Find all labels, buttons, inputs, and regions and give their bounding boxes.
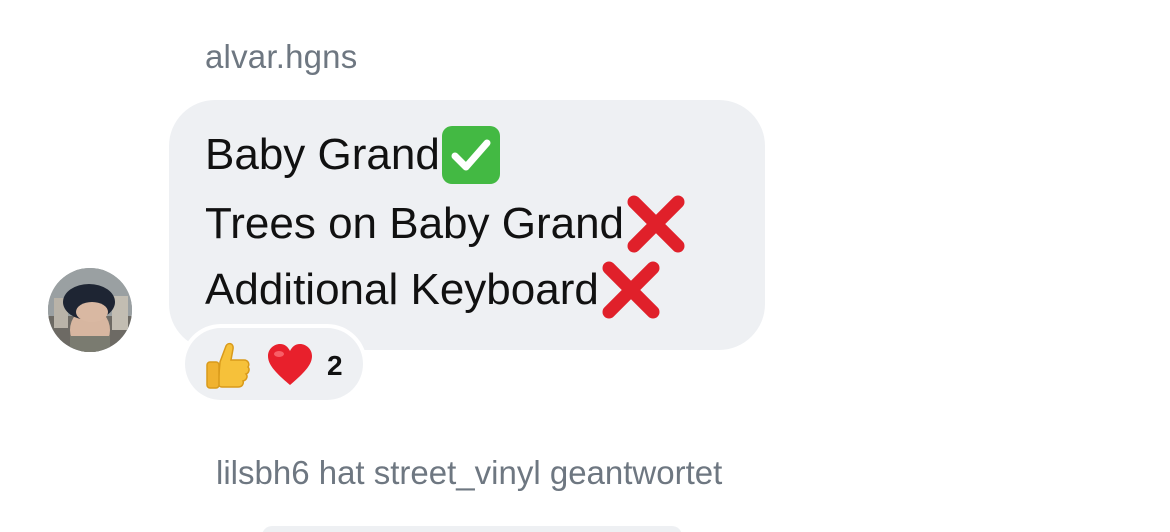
message-line: Trees on Baby Grand (205, 192, 688, 256)
red-heart-icon (268, 344, 312, 385)
cross-mark-icon (599, 258, 663, 322)
next-message-bubble[interactable] (262, 526, 682, 532)
message-line-text: Trees on Baby Grand (205, 199, 625, 248)
message-line: Baby Grand (205, 126, 500, 184)
message-line-text: Additional Keyboard (205, 265, 599, 314)
thumbs-up-icon (206, 342, 250, 389)
reply-note[interactable]: lilsbh6 hat street_vinyl geantwortet (216, 454, 722, 492)
message-line: Additional Keyboard (205, 258, 663, 322)
sender-name[interactable]: alvar.hgns (205, 38, 357, 76)
chat-view: alvar.hgns Baby Grand Trees on Baby Gran… (0, 0, 1170, 532)
message-line-text: Baby Grand (205, 130, 440, 179)
check-mark-button-icon (441, 126, 500, 184)
cross-mark-icon (624, 192, 688, 256)
avatar[interactable] (48, 268, 132, 352)
reaction-count: 2 (327, 350, 343, 381)
avatar-photo (48, 268, 132, 352)
